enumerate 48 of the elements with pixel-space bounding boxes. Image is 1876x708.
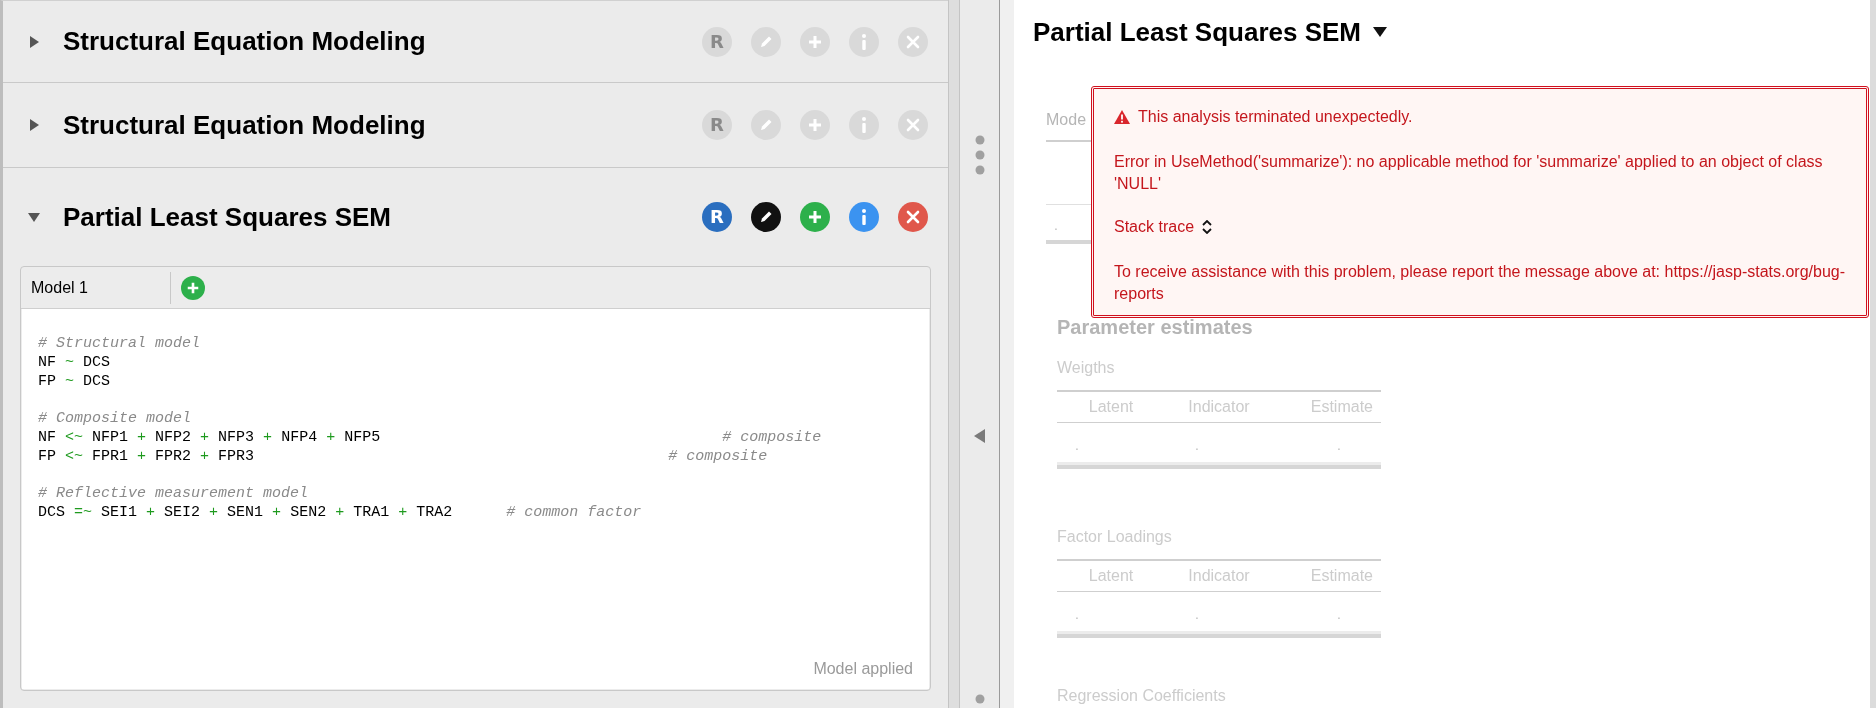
drag-handle-icon[interactable]: [974, 694, 985, 704]
code-line: FP ~ DCS: [38, 372, 111, 392]
collapse-left-icon[interactable]: [973, 429, 986, 443]
code-line: NF <~ NFP1 + NFP2 + NFP3 + NFP4 + NFP5 # composite: [38, 428, 822, 448]
error-message: Error in UseMethod('summarize'): no applicable method for 'summarize' applied to an object of class 'NULL': [1114, 152, 1824, 194]
table-cell-text: .: [1194, 436, 1200, 455]
model-status: Model applied: [813, 659, 913, 679]
sort-arrows-icon: [1202, 220, 1213, 234]
table-cell-text: .: [1337, 605, 1342, 624]
table-cell-text: .: [1337, 436, 1342, 455]
warning-icon: [1114, 110, 1130, 124]
table-cell-text: .: [1194, 605, 1200, 624]
results-title: Partial Least Squares SEM: [1033, 15, 1362, 49]
collapse-arrow-icon[interactable]: [27, 210, 41, 224]
table-title: Mode: [1046, 110, 1087, 130]
code-line: NF ~ DCS: [38, 353, 111, 373]
table-cell-text: .: [1074, 436, 1080, 455]
plus-icon[interactable]: [800, 26, 830, 57]
stack-trace-toggle[interactable]: Stack trace: [1114, 215, 1213, 239]
drag-handle-icon[interactable]: [974, 135, 985, 175]
plus-icon[interactable]: [800, 110, 830, 140]
error-headline: This analysis terminated unexpectedly.: [1138, 107, 1413, 127]
info-icon[interactable]: [849, 110, 879, 140]
code-line: FP <~ FPR1 + FPR2 + FPR3 # composite: [38, 447, 768, 467]
expand-arrow-icon[interactable]: [27, 34, 41, 49]
add-model-button[interactable]: [181, 275, 205, 300]
expand-arrow-icon[interactable]: [27, 118, 41, 132]
dropdown-caret-icon[interactable]: [1373, 27, 1388, 37]
section-title: Parameter estimates: [1057, 315, 1253, 340]
code-comment: # Composite model: [38, 410, 192, 429]
analysis-title[interactable]: Structural Equation Modeling: [63, 22, 702, 61]
close-icon[interactable]: [898, 202, 928, 232]
model-tab[interactable]: Model 1: [21, 271, 171, 304]
info-icon[interactable]: [849, 202, 879, 232]
info-icon[interactable]: [849, 26, 879, 57]
analysis-title[interactable]: Partial Least Squares SEM: [63, 197, 702, 237]
r-icon[interactable]: R: [702, 202, 732, 232]
analysis-title[interactable]: Structural Equation Modeling: [63, 105, 702, 145]
error-help-text: To receive assistance with this problem, please report the message above at: https://jasp-stats.org/bug-reports: [1114, 262, 1847, 304]
code-line: DCS =~ SEI1 + SEI2 + SEN1 + SEN2 + TRA1 + TRA2 # common factor: [38, 503, 642, 523]
splitter[interactable]: [960, 0, 1000, 708]
plus-icon[interactable]: [800, 202, 830, 232]
table-cell-text: .: [1074, 605, 1080, 624]
plus-icon: [186, 280, 200, 295]
code-comment: # Reflective measurement model: [38, 485, 309, 504]
table-cell-text: .: [1053, 216, 1059, 235]
pencil-icon[interactable]: [751, 202, 781, 232]
code-comment: # Structural model: [38, 335, 201, 354]
